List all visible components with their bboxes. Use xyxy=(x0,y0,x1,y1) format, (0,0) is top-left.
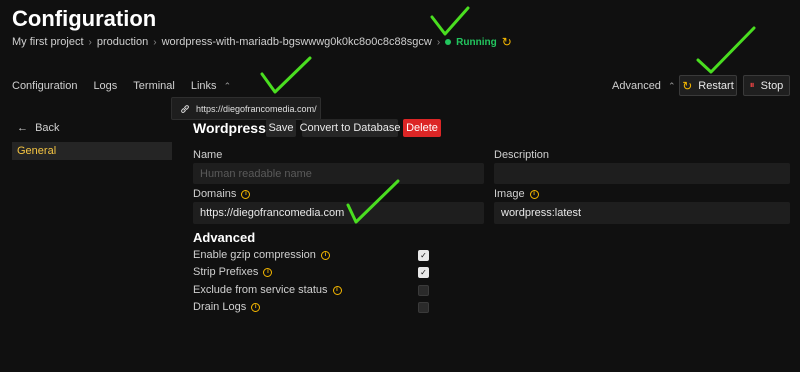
delete-button[interactable]: Delete xyxy=(403,119,441,137)
annotation-checkmark-icon xyxy=(696,26,756,74)
tab-links[interactable]: Links ⌃ xyxy=(191,80,231,92)
status-badge: Running xyxy=(456,36,497,48)
advanced-dropdown-label: Advanced xyxy=(612,80,661,92)
convert-to-database-button[interactable]: Convert to Database xyxy=(300,119,400,137)
annotation-checkmark-icon xyxy=(260,56,312,94)
domains-label: Domains i xyxy=(193,188,251,200)
link-icon xyxy=(181,104,189,113)
link-url[interactable]: https://diegofrancomedia.com/ xyxy=(196,104,317,114)
annotation-overlay xyxy=(260,6,756,224)
description-label: Description xyxy=(494,149,549,161)
domains-label-text: Domains xyxy=(193,188,237,200)
info-icon[interactable]: i xyxy=(241,189,251,199)
option-exclude-status-label: Exclude from service status i xyxy=(193,284,342,296)
stop-button[interactable]: ⏸ Stop xyxy=(743,75,790,96)
save-button[interactable]: Save xyxy=(266,119,296,137)
name-label: Name xyxy=(193,149,222,161)
info-icon[interactable]: i xyxy=(529,189,539,199)
restart-button-label: Restart xyxy=(698,79,734,92)
name-label-text: Name xyxy=(193,149,223,161)
description-field[interactable] xyxy=(494,163,790,184)
advanced-dropdown[interactable]: Advanced ⌃ xyxy=(612,80,676,92)
option-drain-logs-label: Drain Logs i xyxy=(193,301,261,313)
image-label: Image i xyxy=(494,188,539,200)
section-title: Wordpress xyxy=(193,120,266,136)
chevron-right-icon: › xyxy=(436,36,441,48)
back-link[interactable]: ← Back xyxy=(17,122,60,134)
description-label-text: Description xyxy=(494,149,550,161)
info-icon[interactable]: i xyxy=(251,302,261,312)
info-icon[interactable]: i xyxy=(320,250,330,260)
back-arrow-icon: ← xyxy=(17,122,28,134)
tab-terminal[interactable]: Terminal xyxy=(133,80,175,92)
info-icon[interactable]: i xyxy=(263,267,273,277)
tab-configuration[interactable]: Configuration xyxy=(12,80,77,92)
exclude-status-checkbox[interactable] xyxy=(418,285,429,296)
chevron-updown-icon: ⌃ xyxy=(223,81,232,91)
breadcrumb-resource[interactable]: wordpress-with-mariadb-bgswwwg0k0kc8o0c8… xyxy=(162,36,432,48)
top-navigation: Configuration Logs Terminal Links ⌃ xyxy=(12,80,231,92)
option-gzip-label-text: Enable gzip compression xyxy=(193,249,316,261)
tab-logs[interactable]: Logs xyxy=(93,80,117,92)
chevron-right-icon: › xyxy=(153,36,157,48)
option-strip-prefixes-label-text: Strip Prefixes xyxy=(193,266,259,278)
gzip-checkbox[interactable]: ✓ xyxy=(418,250,429,261)
restart-button[interactable]: ↻ Restart xyxy=(679,75,737,96)
option-strip-prefixes-label: Strip Prefixes i xyxy=(193,266,273,278)
info-icon[interactable]: i xyxy=(332,285,342,295)
status-dot-icon xyxy=(445,39,452,45)
option-exclude-status-label-text: Exclude from service status xyxy=(193,284,328,296)
stop-button-label: Stop xyxy=(760,79,784,92)
image-field[interactable]: wordpress:latest xyxy=(494,202,790,224)
option-drain-logs-label-text: Drain Logs xyxy=(193,301,247,313)
breadcrumb-environment[interactable]: production xyxy=(97,36,148,48)
back-link-label: Back xyxy=(35,122,60,134)
tab-links-label: Links xyxy=(190,80,217,92)
breadcrumb: My first project › production › wordpres… xyxy=(12,35,512,49)
domains-field[interactable]: https://diegofrancomedia.com xyxy=(193,202,484,224)
strip-prefixes-checkbox[interactable]: ✓ xyxy=(418,267,429,278)
image-label-text: Image xyxy=(494,188,525,200)
restart-icon: ↻ xyxy=(682,78,693,93)
chevron-right-icon: › xyxy=(88,36,92,48)
refresh-icon[interactable]: ↻ xyxy=(502,35,512,49)
stop-icon: ⏸ xyxy=(749,80,755,91)
breadcrumb-project[interactable]: My first project xyxy=(12,36,84,48)
annotation-checkmark-icon xyxy=(430,6,470,36)
page-title: Configuration xyxy=(12,6,157,31)
option-gzip-label: Enable gzip compression i xyxy=(193,249,330,261)
advanced-section-title: Advanced xyxy=(193,230,256,245)
sidebar-item-general[interactable]: General xyxy=(12,142,172,160)
chevron-updown-icon: ⌃ xyxy=(668,81,676,91)
name-field[interactable]: Human readable name xyxy=(193,163,484,184)
links-popup: https://diegofrancomedia.com/ xyxy=(171,97,321,120)
drain-logs-checkbox[interactable] xyxy=(418,302,429,313)
